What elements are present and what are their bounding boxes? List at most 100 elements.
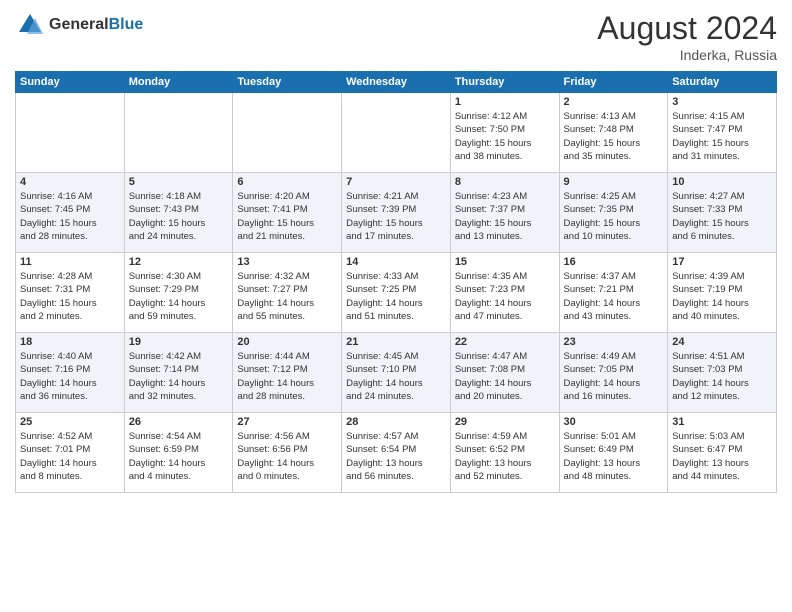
logo-blue: Blue <box>109 16 144 33</box>
day-number: 4 <box>20 176 120 188</box>
day-number: 3 <box>672 96 772 108</box>
calendar-cell: 18 Sunrise: 4:40 AM Sunset: 7:16 PM Dayli… <box>16 333 125 413</box>
weekday-header-thursday: Thursday <box>450 72 559 93</box>
day-number: 25 <box>20 416 120 428</box>
logo-general: General <box>49 16 109 33</box>
day-number: 5 <box>129 176 229 188</box>
title-block: August 2024 Inderka, Russia <box>597 10 777 63</box>
day-number: 19 <box>129 336 229 348</box>
day-info: Sunrise: 4:59 AM Sunset: 6:52 PM Dayligh… <box>455 430 555 483</box>
day-info: Sunrise: 4:40 AM Sunset: 7:16 PM Dayligh… <box>20 350 120 403</box>
calendar-cell: 19 Sunrise: 4:42 AM Sunset: 7:14 PM Dayli… <box>124 333 233 413</box>
calendar-cell: 11 Sunrise: 4:28 AM Sunset: 7:31 PM Dayli… <box>16 253 125 333</box>
day-info: Sunrise: 4:20 AM Sunset: 7:41 PM Dayligh… <box>237 190 337 243</box>
day-number: 27 <box>237 416 337 428</box>
page: GeneralBlue August 2024 Inderka, Russia … <box>0 0 792 612</box>
calendar-cell: 23 Sunrise: 4:49 AM Sunset: 7:05 PM Dayli… <box>559 333 668 413</box>
day-number: 11 <box>20 256 120 268</box>
week-row-2: 4 Sunrise: 4:16 AM Sunset: 7:45 PM Daylig… <box>16 173 777 253</box>
weekday-header-wednesday: Wednesday <box>342 72 451 93</box>
day-number: 1 <box>455 96 555 108</box>
calendar-cell: 3Sunrise: 4:15 AM Sunset: 7:47 PM Daylig… <box>668 93 777 173</box>
day-number: 7 <box>346 176 446 188</box>
day-info: Sunrise: 4:51 AM Sunset: 7:03 PM Dayligh… <box>672 350 772 403</box>
weekday-header-row: SundayMondayTuesdayWednesdayThursdayFrid… <box>16 72 777 93</box>
day-info: Sunrise: 4:45 AM Sunset: 7:10 PM Dayligh… <box>346 350 446 403</box>
day-info: Sunrise: 4:49 AM Sunset: 7:05 PM Dayligh… <box>564 350 664 403</box>
calendar-cell: 21 Sunrise: 4:45 AM Sunset: 7:10 PM Dayli… <box>342 333 451 413</box>
weekday-header-monday: Monday <box>124 72 233 93</box>
calendar-cell: 14Sunrise: 4:33 AM Sunset: 7:25 PM Dayli… <box>342 253 451 333</box>
day-number: 18 <box>20 336 120 348</box>
day-info: Sunrise: 4:13 AM Sunset: 7:48 PM Dayligh… <box>564 110 664 163</box>
day-info: Sunrise: 5:01 AM Sunset: 6:49 PM Dayligh… <box>564 430 664 483</box>
calendar-cell <box>233 93 342 173</box>
calendar-cell: 27 Sunrise: 4:56 AM Sunset: 6:56 PM Dayli… <box>233 413 342 493</box>
day-number: 20 <box>237 336 337 348</box>
day-number: 2 <box>564 96 664 108</box>
calendar-cell: 30 Sunrise: 5:01 AM Sunset: 6:49 PM Dayli… <box>559 413 668 493</box>
calendar-cell: 17 Sunrise: 4:39 AM Sunset: 7:19 PM Dayli… <box>668 253 777 333</box>
day-info: Sunrise: 4:27 AM Sunset: 7:33 PM Dayligh… <box>672 190 772 243</box>
week-row-3: 11 Sunrise: 4:28 AM Sunset: 7:31 PM Dayli… <box>16 253 777 333</box>
day-info: Sunrise: 4:30 AM Sunset: 7:29 PM Dayligh… <box>129 270 229 323</box>
day-info: Sunrise: 4:57 AM Sunset: 6:54 PM Dayligh… <box>346 430 446 483</box>
day-number: 15 <box>455 256 555 268</box>
day-info: Sunrise: 4:25 AM Sunset: 7:35 PM Dayligh… <box>564 190 664 243</box>
week-row-4: 18 Sunrise: 4:40 AM Sunset: 7:16 PM Dayli… <box>16 333 777 413</box>
calendar-cell: 16 Sunrise: 4:37 AM Sunset: 7:21 PM Dayli… <box>559 253 668 333</box>
day-number: 21 <box>346 336 446 348</box>
day-info: Sunrise: 4:16 AM Sunset: 7:45 PM Dayligh… <box>20 190 120 243</box>
day-info: Sunrise: 4:21 AM Sunset: 7:39 PM Dayligh… <box>346 190 446 243</box>
header: GeneralBlue August 2024 Inderka, Russia <box>15 10 777 63</box>
day-info: Sunrise: 4:39 AM Sunset: 7:19 PM Dayligh… <box>672 270 772 323</box>
day-info: Sunrise: 4:56 AM Sunset: 6:56 PM Dayligh… <box>237 430 337 483</box>
calendar-cell: 7 Sunrise: 4:21 AM Sunset: 7:39 PM Daylig… <box>342 173 451 253</box>
day-number: 6 <box>237 176 337 188</box>
calendar-cell: 26 Sunrise: 4:54 AM Sunset: 6:59 PM Dayli… <box>124 413 233 493</box>
calendar-cell: 25 Sunrise: 4:52 AM Sunset: 7:01 PM Dayli… <box>16 413 125 493</box>
day-info: Sunrise: 4:18 AM Sunset: 7:43 PM Dayligh… <box>129 190 229 243</box>
day-info: Sunrise: 4:54 AM Sunset: 6:59 PM Dayligh… <box>129 430 229 483</box>
calendar-cell: 1 Sunrise: 4:12 AM Sunset: 7:50 PM Daylig… <box>450 93 559 173</box>
calendar-cell: 2 Sunrise: 4:13 AM Sunset: 7:48 PM Daylig… <box>559 93 668 173</box>
calendar-cell: 9Sunrise: 4:25 AM Sunset: 7:35 PM Daylig… <box>559 173 668 253</box>
calendar-cell: 29Sunrise: 4:59 AM Sunset: 6:52 PM Dayli… <box>450 413 559 493</box>
calendar-cell: 10 Sunrise: 4:27 AM Sunset: 7:33 PM Dayli… <box>668 173 777 253</box>
day-number: 24 <box>672 336 772 348</box>
day-info: Sunrise: 4:42 AM Sunset: 7:14 PM Dayligh… <box>129 350 229 403</box>
day-number: 10 <box>672 176 772 188</box>
calendar-cell <box>124 93 233 173</box>
day-info: Sunrise: 4:33 AM Sunset: 7:25 PM Dayligh… <box>346 270 446 323</box>
logo: GeneralBlue <box>15 10 143 40</box>
weekday-header-sunday: Sunday <box>16 72 125 93</box>
calendar-cell <box>16 93 125 173</box>
calendar-cell: 13Sunrise: 4:32 AM Sunset: 7:27 PM Dayli… <box>233 253 342 333</box>
calendar-cell: 12Sunrise: 4:30 AM Sunset: 7:29 PM Dayli… <box>124 253 233 333</box>
day-info: Sunrise: 4:28 AM Sunset: 7:31 PM Dayligh… <box>20 270 120 323</box>
day-number: 17 <box>672 256 772 268</box>
calendar-cell: 20 Sunrise: 4:44 AM Sunset: 7:12 PM Dayli… <box>233 333 342 413</box>
logo-text: GeneralBlue <box>49 16 143 34</box>
calendar-cell <box>342 93 451 173</box>
day-info: Sunrise: 4:47 AM Sunset: 7:08 PM Dayligh… <box>455 350 555 403</box>
day-info: Sunrise: 4:52 AM Sunset: 7:01 PM Dayligh… <box>20 430 120 483</box>
calendar-cell: 31Sunrise: 5:03 AM Sunset: 6:47 PM Dayli… <box>668 413 777 493</box>
day-info: Sunrise: 4:44 AM Sunset: 7:12 PM Dayligh… <box>237 350 337 403</box>
day-number: 8 <box>455 176 555 188</box>
day-number: 16 <box>564 256 664 268</box>
calendar-cell: 24 Sunrise: 4:51 AM Sunset: 7:03 PM Dayli… <box>668 333 777 413</box>
day-number: 22 <box>455 336 555 348</box>
day-number: 30 <box>564 416 664 428</box>
day-number: 23 <box>564 336 664 348</box>
calendar-cell: 22 Sunrise: 4:47 AM Sunset: 7:08 PM Dayli… <box>450 333 559 413</box>
weekday-header-friday: Friday <box>559 72 668 93</box>
day-info: Sunrise: 4:12 AM Sunset: 7:50 PM Dayligh… <box>455 110 555 163</box>
week-row-1: 1 Sunrise: 4:12 AM Sunset: 7:50 PM Daylig… <box>16 93 777 173</box>
day-info: Sunrise: 4:37 AM Sunset: 7:21 PM Dayligh… <box>564 270 664 323</box>
day-number: 26 <box>129 416 229 428</box>
calendar-cell: 5 Sunrise: 4:18 AM Sunset: 7:43 PM Daylig… <box>124 173 233 253</box>
location: Inderka, Russia <box>597 47 777 63</box>
day-number: 13 <box>237 256 337 268</box>
calendar-cell: 8Sunrise: 4:23 AM Sunset: 7:37 PM Daylig… <box>450 173 559 253</box>
